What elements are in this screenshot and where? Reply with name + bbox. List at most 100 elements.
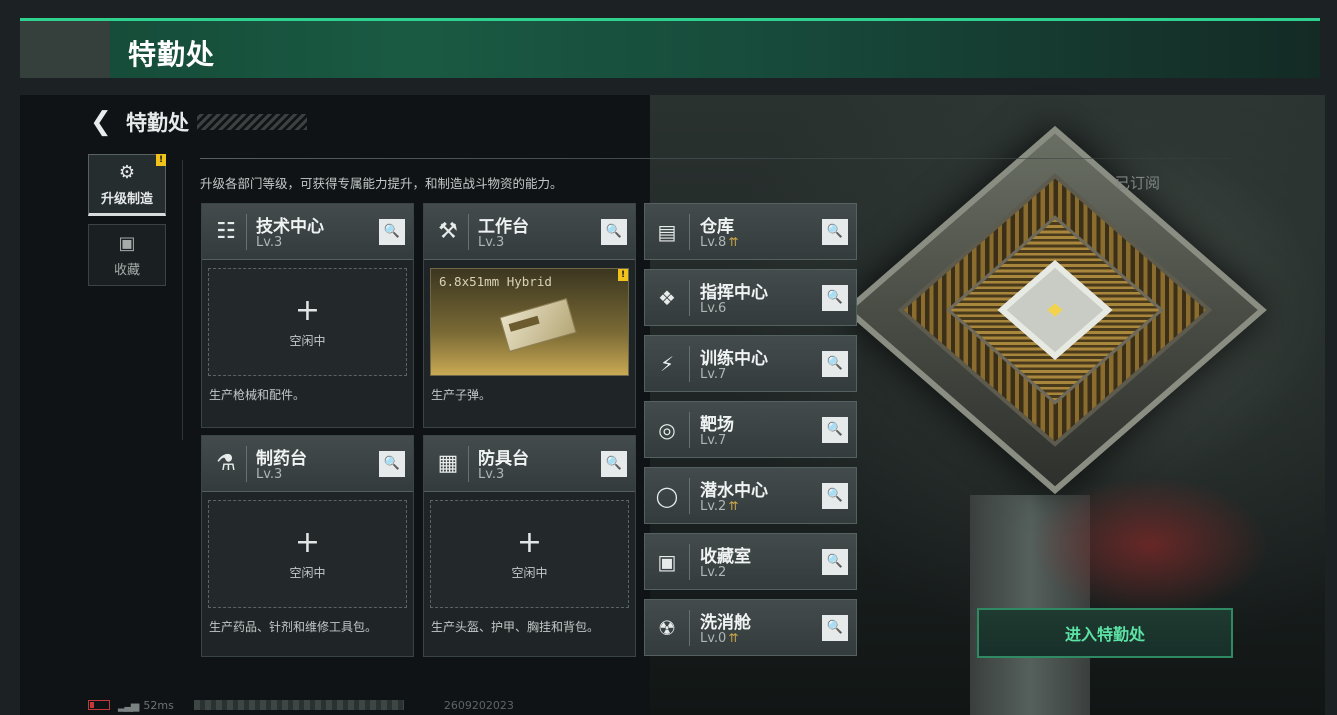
search-icon[interactable]: 🔍 (822, 549, 848, 575)
facility-description: 生产枪械和配件。 (209, 388, 306, 402)
side-nav-label: 收藏 (113, 262, 140, 278)
search-icon[interactable]: 🔍 (379, 451, 405, 477)
facility-level: Lv.6 (700, 301, 727, 316)
facility-row-decon[interactable]: ☢ 洗消舱 Lv.0 ⇈ 🔍 (644, 599, 857, 656)
workbench-icon: ⚒ (438, 219, 458, 244)
header-title: 特勤处 (128, 38, 216, 71)
facility-name: 防具台 (478, 449, 529, 469)
production-slot-empty[interactable]: + 空闲中 (430, 500, 629, 608)
header-separator (246, 214, 247, 250)
slot-status: 空闲中 (511, 565, 548, 580)
facility-name: 靶场 (700, 415, 734, 435)
facility-level-value: Lv.2 (700, 499, 727, 514)
facility-name: 工作台 (478, 217, 529, 237)
header-separator (689, 214, 690, 250)
armor-bench-icon: ▦ (437, 451, 459, 476)
card-header[interactable]: ⚒ 工作台 Lv.3 🔍 (424, 204, 635, 260)
command-center-icon: ❖ (658, 286, 676, 310)
side-nav-upgrade[interactable]: ! ⚙ 升级制造 (88, 154, 166, 216)
search-icon[interactable]: 🔍 (601, 451, 627, 477)
facility-level-value: Lv.8 (700, 235, 727, 250)
upgrade-available-icon: ⇈ (728, 631, 739, 645)
header-separator (689, 280, 690, 316)
search-icon[interactable]: 🔍 (822, 285, 848, 311)
user-id: 2609202023 (443, 698, 514, 712)
facility-row-diving[interactable]: ◯ 潜水中心 Lv.2 ⇈ 🔍 (644, 467, 857, 524)
plus-icon: + (294, 524, 321, 560)
facility-name: 潜水中心 (700, 481, 768, 501)
slot-status: 空闲中 (289, 333, 326, 348)
facility-card-workbench: ⚒ 工作台 Lv.3 🔍 6.8x51mm Hybrid ! 生产子弹。 (423, 203, 636, 428)
search-icon[interactable]: 🔍 (822, 417, 848, 443)
search-icon[interactable]: 🔍 (822, 351, 848, 377)
upgrade-available-icon: ⇈ (728, 235, 739, 249)
alert-badge: ! (156, 154, 166, 166)
facility-row-training[interactable]: ⚡ 训练中心 Lv.7 🔍 (644, 335, 857, 392)
ammo-box-icon (499, 298, 577, 352)
warehouse-icon: ▤ (657, 220, 677, 244)
upgrade-icon: ⚙ (118, 161, 136, 183)
alert-badge: ! (618, 269, 628, 281)
facility-level: Lv.7 (700, 433, 727, 448)
facility-level: Lv.3 (256, 467, 283, 482)
facility-row-shooting-range[interactable]: ◎ 靶场 Lv.7 🔍 (644, 401, 857, 458)
description-divider (200, 158, 1230, 159)
search-icon[interactable]: 🔍 (822, 483, 848, 509)
plus-icon: + (516, 524, 543, 560)
top-header: 特勤处 (20, 18, 1320, 78)
special-ops-cube (843, 110, 1267, 530)
signal-icon: ▂▃▅ (118, 698, 139, 712)
card-header[interactable]: ▦ 防具台 Lv.3 🔍 (424, 436, 635, 492)
side-nav-label: 升级制造 (100, 191, 153, 207)
header-separator (468, 446, 469, 482)
diving-icon: ◯ (655, 484, 679, 508)
facility-name: 指挥中心 (700, 283, 768, 303)
collection-icon: ▣ (118, 232, 136, 254)
breadcrumb-title: 特勤处 (126, 111, 189, 135)
search-icon[interactable]: 🔍 (379, 219, 405, 245)
search-icon[interactable]: 🔍 (822, 219, 848, 245)
production-slot-active[interactable]: 6.8x51mm Hybrid ! (430, 268, 629, 376)
breadcrumb-decoration (197, 114, 307, 130)
facility-name: 仓库 (700, 217, 734, 237)
facility-row-collection-room[interactable]: ▣ 收藏室 Lv.2 🔍 (644, 533, 857, 590)
obscured-text (193, 700, 404, 710)
collection-room-icon: ▣ (657, 550, 677, 574)
subscribed-label: 已订阅 (1115, 174, 1161, 192)
facility-description: 生产子弹。 (431, 388, 492, 402)
facility-description: 生产头盔、护甲、胸挂和背包。 (431, 620, 600, 634)
card-header[interactable]: ⚗ 制药台 Lv.3 🔍 (202, 436, 413, 492)
production-slot-empty[interactable]: + 空闲中 (208, 500, 407, 608)
facility-description: 生产药品、针剂和维修工具包。 (209, 620, 378, 634)
header-separator (689, 346, 690, 382)
header-separator (689, 610, 690, 646)
battery-icon (88, 700, 110, 710)
header-separator (246, 446, 247, 482)
production-slot-empty[interactable]: + 空闲中 (208, 268, 407, 376)
search-icon[interactable]: 🔍 (601, 219, 627, 245)
cube-body (843, 125, 1267, 495)
upgrade-available-icon: ⇈ (728, 499, 739, 513)
header-separator (468, 214, 469, 250)
facility-name: 收藏室 (700, 547, 751, 567)
facility-level: Lv.2 (700, 565, 727, 580)
shooting-range-icon: ◎ (658, 418, 676, 442)
facility-row-command-center[interactable]: ❖ 指挥中心 Lv.6 🔍 (644, 269, 857, 326)
facility-row-warehouse[interactable]: ▤ 仓库 Lv.8 ⇈ 🔍 (644, 203, 857, 260)
card-header[interactable]: ☷ 技术中心 Lv.3 🔍 (202, 204, 413, 260)
facility-name: 训练中心 (700, 349, 768, 369)
side-nav-collection[interactable]: ▣ 收藏 (88, 224, 166, 286)
facility-name: 制药台 (256, 449, 307, 469)
facility-level: Lv.8 ⇈ (700, 235, 738, 250)
search-icon[interactable]: 🔍 (822, 615, 848, 641)
facility-level: Lv.3 (256, 235, 283, 250)
facility-name: 洗消舱 (700, 613, 751, 633)
back-arrow-icon[interactable]: ❮ (90, 107, 120, 137)
facility-level: Lv.7 (700, 367, 727, 382)
facility-level: Lv.2 ⇈ (700, 499, 738, 514)
facility-level: Lv.0 ⇈ (700, 631, 738, 646)
enter-special-ops-button[interactable]: 进入特勤处 (977, 608, 1233, 658)
pharmacy-icon: ⚗ (216, 451, 236, 476)
breadcrumb: ❮ 特勤处 (90, 107, 307, 137)
training-icon: ⚡ (659, 352, 675, 376)
